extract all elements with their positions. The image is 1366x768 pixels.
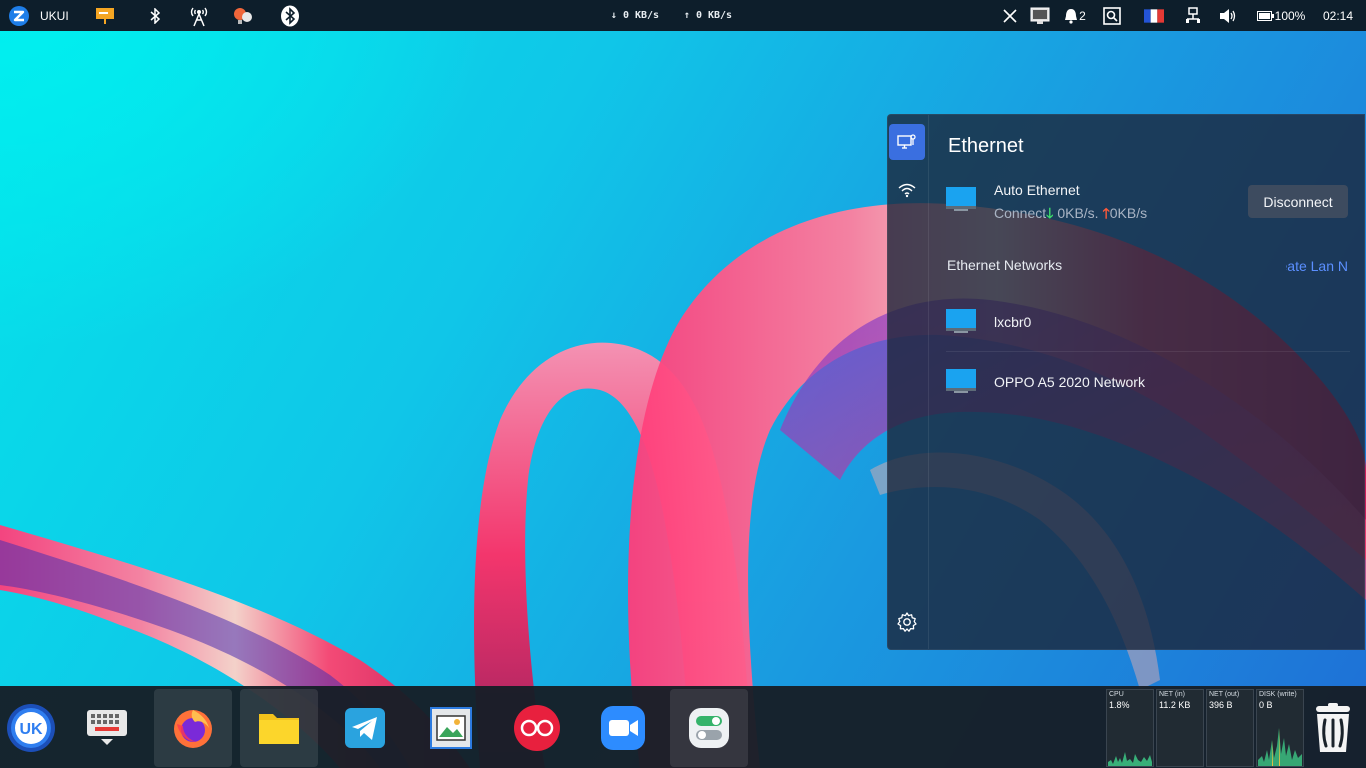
monitor-value: 11.2 KB [1159, 700, 1191, 710]
bluetooth-tray[interactable] [146, 0, 164, 31]
monitor-value: 0 B [1259, 700, 1273, 710]
battery-percentage: 100% [1274, 8, 1306, 23]
row-divider [946, 351, 1350, 352]
monitor-value: 1.8% [1109, 700, 1130, 710]
firefox-icon [174, 710, 212, 748]
network-name: lxcbr0 [994, 314, 1032, 330]
download-arrow-icon: 🡓 [1046, 205, 1054, 221]
monitor-value: 396 B [1209, 700, 1233, 710]
image-viewer-icon [430, 707, 472, 749]
display-tray[interactable] [1029, 0, 1051, 31]
net-out-monitor[interactable]: NET (out) 396 B [1206, 689, 1254, 767]
ethernet-networks-heading: Ethernet Networks [947, 257, 1063, 273]
dock-zoom[interactable] [584, 689, 662, 767]
start-menu-button[interactable]: UKUI [8, 0, 78, 31]
clock[interactable]: 02:14 [1318, 0, 1358, 31]
network-item-oppo[interactable]: OPPO A5 2020 Network [946, 357, 1350, 407]
trash-icon [1316, 703, 1350, 752]
monitor-label: DISK (write) [1259, 691, 1297, 698]
tweak-tray[interactable] [231, 0, 255, 31]
dock-ukui-start[interactable]: UK [0, 689, 70, 767]
network-panel: Ethernet Auto Ethernet Connect🡓 0KB/s. 🡑… [887, 114, 1365, 650]
network-name: OPPO A5 2020 Network [994, 374, 1145, 390]
tab-ethernet[interactable] [889, 124, 925, 160]
battery-tray[interactable]: 100% [1255, 0, 1307, 31]
create-lan-link[interactable]: eate Lan N [1286, 258, 1348, 274]
search-box-icon [1103, 6, 1121, 25]
bluetooth-icon [150, 7, 161, 24]
disk-write-monitor[interactable]: DISK (write) 0 B [1256, 689, 1304, 767]
wifi-icon [898, 183, 916, 198]
network-item-lxcbr0[interactable]: lxcbr0 [946, 297, 1350, 347]
volume-icon [1220, 8, 1236, 23]
dock-settings[interactable] [670, 689, 748, 767]
upload-arrow-icon: 🡑 [1102, 205, 1110, 221]
create-lan-link-text: eate Lan N [1286, 258, 1348, 274]
ukui-start-icon: UK [7, 704, 55, 752]
antenna-icon [190, 7, 208, 26]
dock-image-viewer[interactable] [412, 689, 490, 767]
network-tray[interactable] [1183, 0, 1203, 31]
gear-icon [897, 612, 917, 632]
dock-flickr[interactable] [498, 689, 576, 767]
bluetooth-manager-tray[interactable] [278, 0, 302, 31]
bluetooth-circle-icon [281, 5, 299, 26]
start-label: UKUI [40, 8, 69, 23]
top-panel: UKUI ↓ 0 KB/s ↑ 0 KB/s 2 100% 02:14 [0, 0, 1366, 31]
close-tray[interactable] [1000, 0, 1020, 31]
file-manager-icon [259, 714, 299, 744]
presentation-tray[interactable] [94, 0, 116, 31]
ukui-logo-icon [9, 5, 29, 26]
hotspot-tray[interactable] [187, 0, 211, 31]
telegram-icon [345, 708, 385, 748]
network-settings-button[interactable] [889, 604, 925, 640]
cpu-graph [1108, 752, 1152, 766]
network-sidebar [888, 115, 929, 649]
connection-status-text: Connect [994, 205, 1047, 221]
download-speed: 0KB/s. [1057, 205, 1099, 221]
wired-computer-icon [897, 134, 916, 149]
notification-count: 2 [1079, 8, 1086, 23]
tab-wifi[interactable] [889, 172, 925, 208]
battery-icon [1256, 10, 1274, 21]
zoom-icon [601, 706, 645, 750]
net-speed-up: ↑ 0 KB/s [683, 10, 733, 21]
monitor-icon [946, 309, 976, 333]
net-speed-down: ↓ 0 KB/s [610, 10, 660, 21]
active-connection-name: Auto Ethernet [994, 182, 1080, 198]
keyboard-layout-tray[interactable] [1142, 0, 1166, 31]
net-in-monitor[interactable]: NET (in) 11.2 KB [1156, 689, 1204, 767]
notification-tray[interactable]: 2 [1060, 0, 1090, 31]
wired-network-icon [1186, 6, 1200, 23]
monitor-icon [946, 187, 976, 211]
search-tray[interactable] [1101, 0, 1123, 31]
france-flag-icon [1144, 8, 1164, 23]
display-icon [1030, 7, 1050, 24]
dock-trash[interactable] [1300, 689, 1366, 767]
dock-virtual-keyboard[interactable] [68, 689, 146, 767]
monitor-label: NET (out) [1209, 691, 1240, 698]
presentation-icon [96, 7, 114, 24]
monitor-icon [946, 369, 976, 393]
monitor-label: CPU [1109, 691, 1124, 698]
taskbar-dock: UK CPU 1.8% NET (in) 11.2 KB NET (out) 3… [0, 686, 1366, 768]
virtual-keyboard-icon [87, 710, 127, 745]
svg-text:UK: UK [19, 721, 43, 738]
close-icon [1003, 8, 1017, 23]
monitor-label: NET (in) [1159, 691, 1185, 698]
bulb-chat-icon [234, 7, 252, 24]
flickr-icon [514, 705, 560, 751]
notification-bell-icon [1065, 8, 1078, 24]
dock-file-manager[interactable] [240, 689, 318, 767]
upload-speed: 0KB/s [1109, 205, 1148, 221]
disconnect-button[interactable]: Disconnect [1248, 185, 1348, 218]
settings-toggle-icon [689, 708, 729, 748]
dock-firefox[interactable] [154, 689, 232, 767]
volume-tray[interactable] [1217, 0, 1239, 31]
disk-graph [1258, 728, 1302, 766]
active-connection-status: Connect🡓 0KB/s. 🡑0KB/s [994, 203, 1147, 227]
panel-title: Ethernet [948, 135, 1024, 157]
dock-telegram[interactable] [326, 689, 404, 767]
cpu-monitor[interactable]: CPU 1.8% [1106, 689, 1154, 767]
